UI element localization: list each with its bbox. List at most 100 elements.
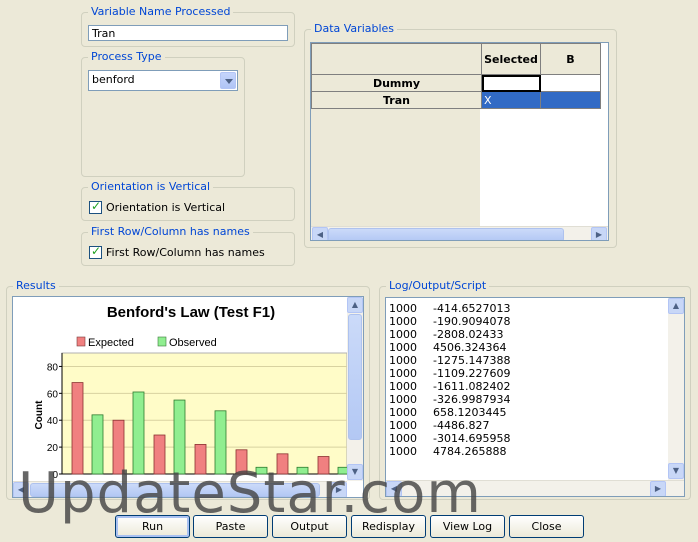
log-line: 1000 -1275.147388 [389,354,665,367]
row-header-dummy[interactable]: Dummy [311,74,482,92]
log-value: -2808.02433 [433,328,504,341]
results-hscroll-thumb[interactable] [30,483,320,497]
log-value: -3014.695958 [433,432,511,445]
legend-observed-label: Observed [169,337,217,349]
results-panel: Benford's Law (Test F1) Expected Observe… [12,296,364,498]
chevron-down-icon[interactable] [220,72,236,89]
results-vscroll-thumb[interactable] [348,314,362,440]
orientation-checkbox-label: Orientation is Vertical [106,201,226,214]
log-vertical-scrollbar[interactable]: ▲ ▼ [668,298,684,480]
cell-dummy-b[interactable] [540,74,601,92]
run-button[interactable]: Run [115,515,190,538]
grid-scroll-thumb[interactable] [328,228,564,240]
scroll-left-icon[interactable]: ◀ [13,482,29,497]
orientation-checkbox[interactable]: Orientation is Vertical [89,199,226,214]
data-variables-table: Selected B Dummy Tran X [311,43,601,109]
log-count: 1000 [389,367,417,380]
grid-corner-header [311,43,482,75]
orientation-legend: Orientation is Vertical [88,180,214,194]
bar-expected-5 [235,449,248,475]
log-line: 1000 -1109.227609 [389,367,665,380]
bar-observed-1 [91,414,104,475]
cell-tran-b[interactable] [540,91,601,109]
view-log-button[interactable]: View Log [430,515,505,538]
log-line: 1000 -3014.695958 [389,432,665,445]
scroll-down-icon[interactable]: ▼ [347,464,363,480]
bar-expected-4 [194,444,207,475]
scroll-up-icon[interactable]: ▲ [668,298,684,314]
first-row-checkbox-label: First Row/Column has names [106,246,265,259]
scroll-up-icon[interactable]: ▲ [347,297,363,313]
grid-horizontal-scrollbar[interactable]: ◀ ▶ [311,226,608,240]
log-count: 1000 [389,328,417,341]
benford-chart: Benford's Law (Test F1) Expected Observe… [34,304,347,481]
bar-expected-2 [112,419,125,475]
column-header-selected[interactable]: Selected [481,43,541,75]
y-tick-label: 20 [47,443,59,454]
row-header-tran[interactable]: Tran [311,91,482,109]
chart-title: Benford's Law (Test F1) [107,304,275,321]
log-value: -326.9987934 [433,393,511,406]
log-count: 1000 [389,432,417,445]
log-line: 1000 658.1203445 [389,406,665,419]
log-count: 1000 [389,380,417,393]
y-tick-label: 0 [52,470,58,481]
bar-observed-3 [173,399,186,475]
process-type-select[interactable]: benford [88,70,238,91]
log-value: -190.9094078 [433,315,511,328]
log-line: 1000 -2808.02433 [389,328,665,341]
column-header-b[interactable]: B [540,43,601,75]
bar-expected-3 [153,434,166,475]
log-horizontal-scrollbar[interactable]: ◀ ▶ [386,480,684,496]
scroll-down-icon[interactable]: ▼ [668,463,684,479]
log-value: 658.1203445 [433,406,507,419]
legend-expected-swatch [76,336,86,347]
redisplay-button[interactable]: Redisplay [351,515,426,538]
checkbox-checked-icon[interactable] [89,199,102,214]
bar-observed-4 [214,410,227,475]
bar-observed-6 [296,466,309,475]
paste-button[interactable]: Paste [193,515,268,538]
log-value: 4784.265888 [433,445,507,458]
legend-expected-label: Expected [88,337,134,349]
bar-expected-7 [317,456,330,475]
legend-observed-swatch [157,336,167,347]
scroll-right-icon[interactable]: ▶ [591,227,607,240]
log-line: 1000 -190.9094078 [389,315,665,328]
close-button[interactable]: Close [509,515,584,538]
process-type-value: benford [92,73,135,86]
scroll-left-icon[interactable]: ◀ [312,227,328,240]
cell-tran-selected[interactable]: X [481,91,541,109]
log-value: -1611.082402 [433,380,511,393]
results-vertical-scrollbar[interactable]: ▲ ▼ [347,297,363,481]
bar-observed-2 [132,391,145,475]
output-button[interactable]: Output [272,515,347,538]
log-line: 1000 4784.265888 [389,445,665,458]
bar-observed-5 [255,466,268,475]
log-line: 1000 -326.9987934 [389,393,665,406]
y-tick-label: 60 [47,389,59,400]
y-tick-label: 40 [47,416,59,427]
scroll-left-icon[interactable]: ◀ [386,481,402,496]
table-row[interactable]: Dummy [311,74,601,92]
first-row-checkbox[interactable]: First Row/Column has names [89,244,265,259]
results-horizontal-scrollbar[interactable]: ◀ ▶ [13,481,347,497]
log-line: 1000 -1611.082402 [389,380,665,393]
log-value: -1109.227609 [433,367,511,380]
chart-plot-area: 0 20 40 60 80 [47,352,347,481]
variable-name-field[interactable]: Tran [88,25,288,41]
scroll-right-icon[interactable]: ▶ [650,481,666,496]
log-legend: Log/Output/Script [386,279,490,293]
log-line: 1000 -414.6527013 [389,302,665,315]
log-count: 1000 [389,354,417,367]
log-count: 1000 [389,406,417,419]
scroll-right-icon[interactable]: ▶ [331,482,347,497]
log-line: 1000 4506.324364 [389,341,665,354]
checkbox-checked-icon[interactable] [89,244,102,259]
cell-dummy-selected[interactable] [481,74,541,92]
bar-observed-7 [337,466,347,475]
log-panel: 1000 -414.6527013 1000 -190.9094078 1000 -280… [385,297,685,497]
log-count: 1000 [389,302,417,315]
table-row[interactable]: Tran X [311,91,601,109]
log-text[interactable]: 1000 -414.6527013 1000 -190.9094078 1000 -280… [389,302,665,458]
